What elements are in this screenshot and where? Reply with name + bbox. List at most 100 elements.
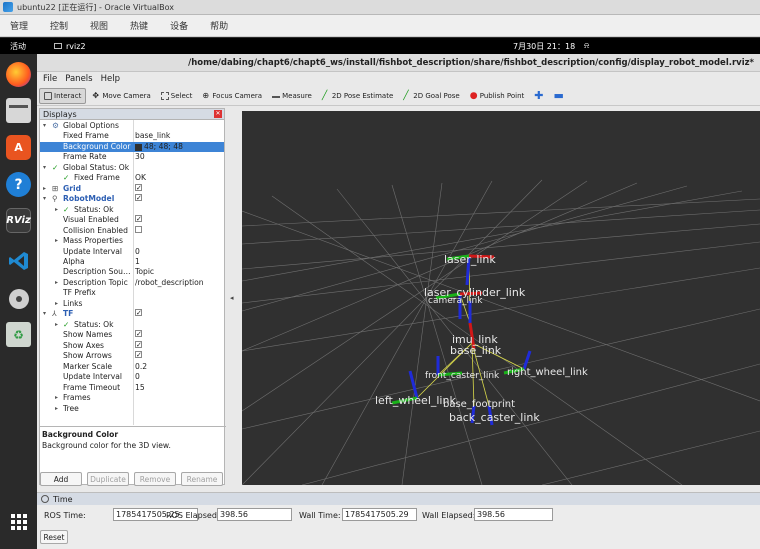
collapse-arrow-icon[interactable]: ▸ <box>55 393 58 403</box>
tree-row-marker-scale[interactable]: Marker Scale 0.2 <box>40 362 224 372</box>
tree-row-show-arrows[interactable]: Show Arrows ✓ <box>40 351 224 361</box>
update-interval-value[interactable]: 0 <box>135 247 140 257</box>
tree-row-mass-properties[interactable]: ▸ Mass Properties <box>40 236 224 246</box>
tf-checkbox[interactable]: ✓ <box>135 309 142 317</box>
frame-rate-value[interactable]: 30 <box>135 152 145 162</box>
goal-pose-tool[interactable]: ╱ 2D Goal Pose <box>399 88 463 104</box>
select-tool[interactable]: Select <box>157 88 197 104</box>
tree-row-tf-status[interactable]: ▸ ✓ Status: Ok <box>40 320 224 330</box>
close-icon[interactable]: ✕ <box>214 110 222 118</box>
tree-row-tf[interactable]: ▾ ⅄ TF ✓ <box>40 309 224 319</box>
app-menu[interactable]: rviz2 <box>54 42 86 51</box>
tree-row-frame-rate[interactable]: Frame Rate 30 <box>40 152 224 162</box>
remove-button[interactable]: Remove <box>134 472 176 486</box>
clock[interactable]: 7月30日 21：18 <box>513 41 575 52</box>
show-arrows-checkbox[interactable]: ✓ <box>135 351 142 359</box>
displays-tree[interactable]: ▾ ⚙ Global Options Fixed Frame base_link… <box>40 120 224 425</box>
help-icon[interactable]: ? <box>6 172 31 197</box>
collision-enabled-checkbox[interactable] <box>135 226 142 233</box>
interact-tool[interactable]: Interact <box>39 87 87 104</box>
tree-row-description-source[interactable]: Description Sou… Topic <box>40 267 224 277</box>
menu-hotkeys[interactable]: 热键 <box>130 19 148 32</box>
collapse-arrow-icon[interactable]: ▸ <box>43 184 46 194</box>
remove-tool-button[interactable]: ▬ <box>550 88 568 104</box>
menu-help[interactable]: 帮助 <box>210 19 228 32</box>
show-names-checkbox[interactable]: ✓ <box>135 330 142 338</box>
tree-row-tf-update-interval[interactable]: Update Interval 0 <box>40 372 224 382</box>
disc-icon[interactable] <box>6 286 31 311</box>
menu-control[interactable]: 控制 <box>50 19 68 32</box>
rviz-icon[interactable]: RViz <box>6 208 31 233</box>
menu-help-rviz[interactable]: Help <box>101 74 120 84</box>
move-camera-tool[interactable]: ✥ Move Camera <box>88 88 154 104</box>
description-topic-value[interactable]: /robot_description <box>135 278 204 288</box>
expand-arrow-icon[interactable]: ▾ <box>43 309 46 319</box>
tree-row-grid[interactable]: ▸ ⊞ Grid ✓ <box>40 184 224 194</box>
publish-point-tool[interactable]: ● Publish Point <box>466 88 529 104</box>
tree-row-tf-prefix[interactable]: TF Prefix <box>40 288 224 298</box>
wall-elapsed-field[interactable]: 398.56 <box>474 508 553 521</box>
ros-elapsed-field[interactable]: 398.56 <box>217 508 292 521</box>
fixed-frame-value[interactable]: base_link <box>135 131 170 141</box>
collapse-arrow-icon[interactable]: ▸ <box>55 236 58 246</box>
marker-scale-value[interactable]: 0.2 <box>135 362 147 372</box>
robotmodel-checkbox[interactable]: ✓ <box>135 194 142 202</box>
files-icon[interactable] <box>6 98 31 123</box>
activities-button[interactable]: 活动 <box>10 41 26 52</box>
menu-panels[interactable]: Panels <box>65 74 92 84</box>
description-source-value[interactable]: Topic <box>135 267 154 277</box>
tree-row-alpha[interactable]: Alpha 1 <box>40 257 224 267</box>
tree-row-links[interactable]: ▸ Links <box>40 299 224 309</box>
tf-update-interval-value[interactable]: 0 <box>135 372 140 382</box>
menu-file[interactable]: File <box>43 74 57 84</box>
tree-row-fixed-frame-status[interactable]: ✓ Fixed Frame OK <box>40 173 224 183</box>
rename-button[interactable]: Rename <box>181 472 223 486</box>
panel-collapse-icon[interactable]: ◂ <box>230 294 234 302</box>
tree-row-description-topic[interactable]: ▸ Description Topic /robot_description <box>40 278 224 288</box>
tree-row-global-options[interactable]: ▾ ⚙ Global Options <box>40 121 224 131</box>
menu-view[interactable]: 视图 <box>90 19 108 32</box>
tree-row-tree[interactable]: ▸ Tree <box>40 404 224 414</box>
show-apps-icon[interactable] <box>6 509 31 534</box>
tree-row-background-color[interactable]: Background Color 48; 48; 48 <box>40 142 224 153</box>
tree-row-visual-enabled[interactable]: Visual Enabled ✓ <box>40 215 224 225</box>
grid-checkbox[interactable]: ✓ <box>135 184 142 192</box>
notification-icon[interactable]: ⍾ <box>584 41 589 51</box>
visual-enabled-checkbox[interactable]: ✓ <box>135 215 142 223</box>
collapse-arrow-icon[interactable]: ▸ <box>55 320 58 330</box>
vscode-icon[interactable] <box>6 248 31 273</box>
tree-row-robotmodel-status[interactable]: ▸ ✓ Status: Ok <box>40 205 224 215</box>
collapse-arrow-icon[interactable]: ▸ <box>55 278 58 288</box>
expand-arrow-icon[interactable]: ▾ <box>43 194 46 204</box>
tree-row-global-status[interactable]: ▾ ✓ Global Status: Ok <box>40 163 224 173</box>
tree-row-show-names[interactable]: Show Names ✓ <box>40 330 224 340</box>
frame-timeout-value[interactable]: 15 <box>135 383 145 393</box>
duplicate-button[interactable]: Duplicate <box>87 472 129 486</box>
3d-view[interactable]: laser_link laser_cylinder_link camera_li… <box>242 111 760 485</box>
alpha-value[interactable]: 1 <box>135 257 140 267</box>
background-color-value[interactable]: 48; 48; 48 <box>135 142 183 152</box>
tree-row-show-axes[interactable]: Show Axes ✓ <box>40 341 224 351</box>
focus-camera-tool[interactable]: ⊕ Focus Camera <box>198 88 266 104</box>
tree-row-frame-timeout[interactable]: Frame Timeout 15 <box>40 383 224 393</box>
menu-devices[interactable]: 设备 <box>170 19 188 32</box>
expand-arrow-icon[interactable]: ▾ <box>43 121 46 131</box>
expand-arrow-icon[interactable]: ▾ <box>43 163 46 173</box>
tree-row-robotmodel[interactable]: ▾ ⚲ RobotModel ✓ <box>40 194 224 204</box>
pose-estimate-tool[interactable]: ╱ 2D Pose Estimate <box>318 88 397 104</box>
add-tool-button[interactable]: ✚ <box>530 88 547 104</box>
wall-time-field[interactable]: 1785417505.29 <box>342 508 417 521</box>
collapse-arrow-icon[interactable]: ▸ <box>55 404 58 414</box>
firefox-icon[interactable] <box>6 62 31 87</box>
trash-icon[interactable]: ♻ <box>6 322 31 347</box>
reset-button[interactable]: Reset <box>40 530 68 544</box>
collapse-arrow-icon[interactable]: ▸ <box>55 205 58 215</box>
app-center-icon[interactable]: A <box>6 135 31 160</box>
tree-row-fixed-frame[interactable]: Fixed Frame base_link <box>40 131 224 141</box>
collapse-arrow-icon[interactable]: ▸ <box>55 299 58 309</box>
tree-row-update-interval[interactable]: Update Interval 0 <box>40 247 224 257</box>
measure-tool[interactable]: Measure <box>268 88 316 104</box>
tree-row-collision-enabled[interactable]: Collision Enabled <box>40 226 224 236</box>
add-button[interactable]: Add <box>40 472 82 486</box>
menu-manage[interactable]: 管理 <box>10 19 28 32</box>
